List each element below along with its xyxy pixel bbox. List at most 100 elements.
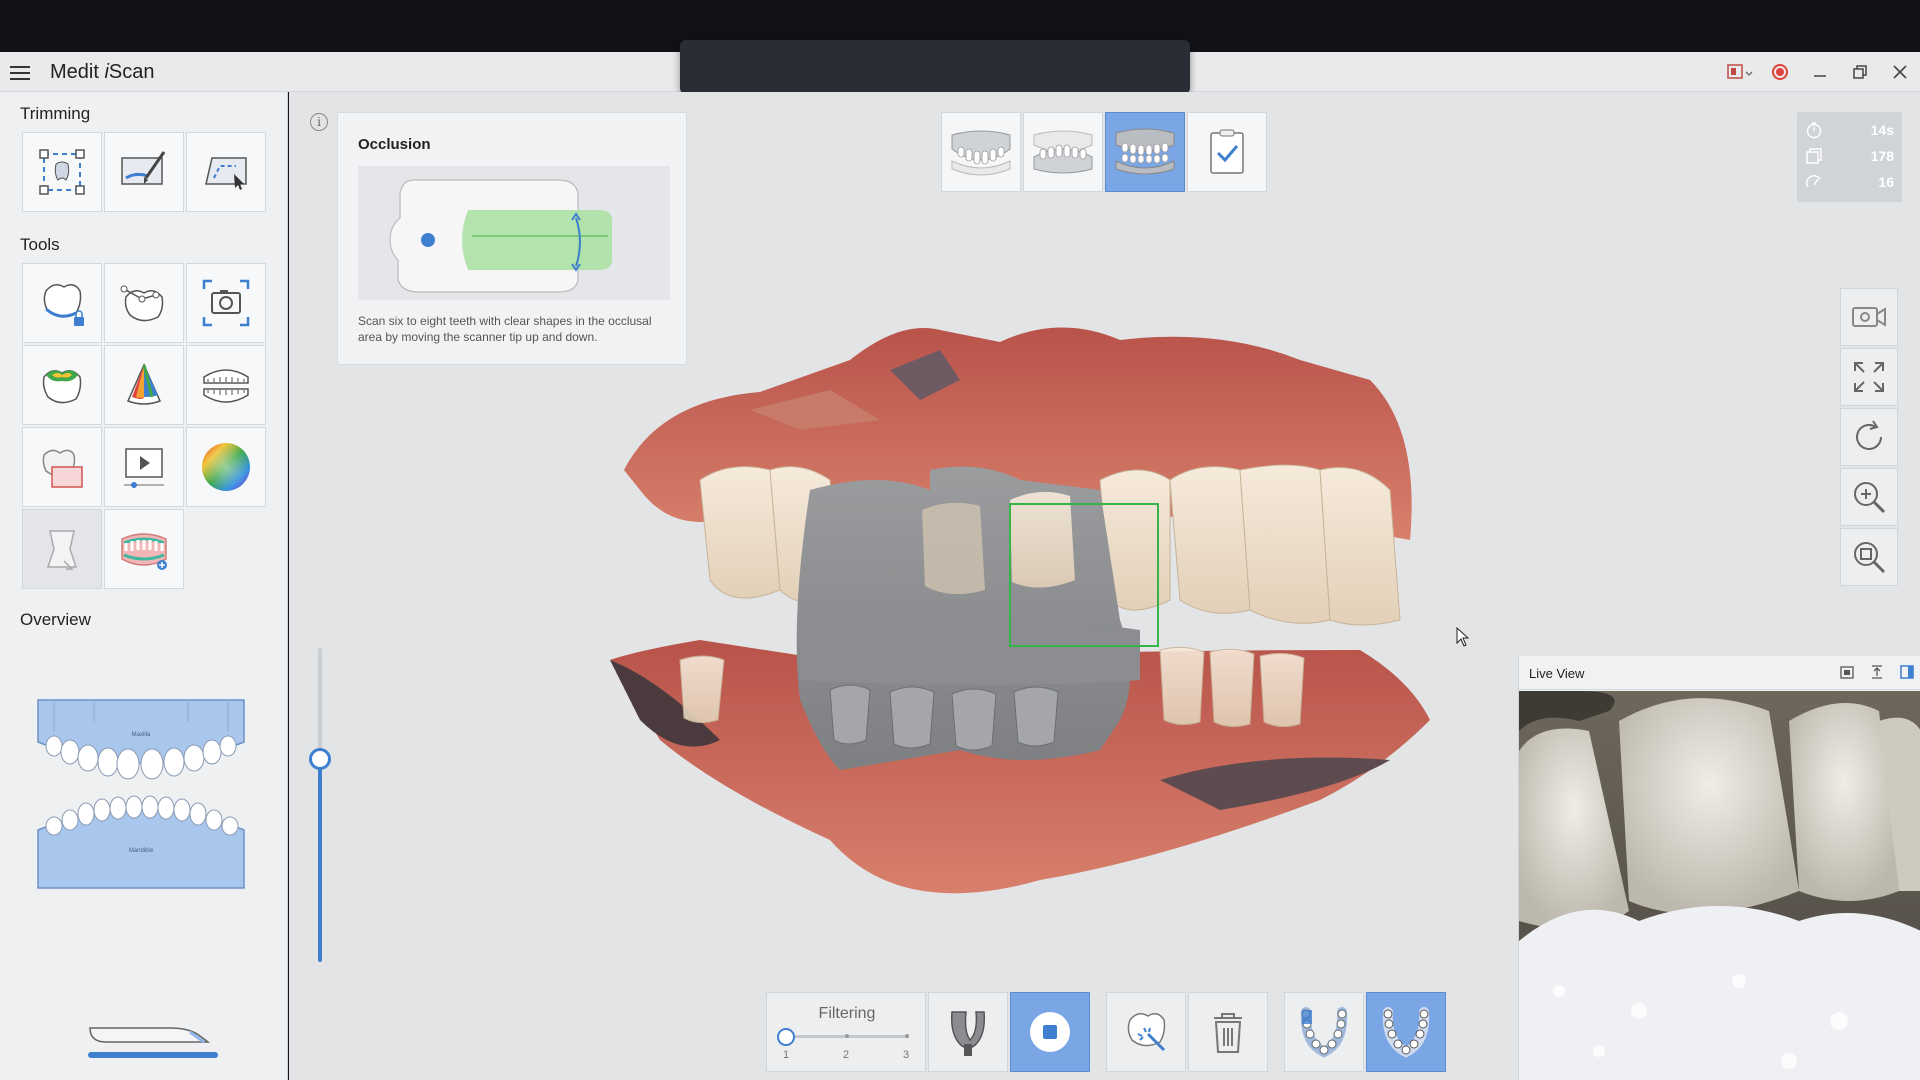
occlusion-guide-image	[358, 166, 670, 300]
minimize-button[interactable]	[1800, 52, 1840, 92]
upper-jaw-icon	[951, 130, 1011, 176]
filtering-dot-2	[845, 1034, 849, 1038]
lasso-trim-icon	[205, 157, 247, 190]
overview-lower-arch[interactable]: Mandible	[37, 795, 245, 889]
brush-trim-icon	[121, 151, 166, 185]
color-palette-button[interactable]	[186, 427, 266, 507]
capture-button[interactable]	[186, 263, 266, 343]
color-tooth-button[interactable]	[22, 345, 102, 425]
gauge-icon	[1806, 175, 1821, 188]
menu-icon[interactable]	[10, 62, 30, 82]
trimming-label: Trimming	[20, 104, 91, 123]
app-title-suffix: Scan	[108, 61, 155, 83]
vertical-slider[interactable]	[309, 648, 331, 962]
timer-icon	[1806, 122, 1822, 139]
overview-lower-text: Mandible	[129, 848, 154, 854]
play-video-icon	[124, 448, 164, 488]
undercut-button[interactable]	[104, 345, 184, 425]
zoom-in-icon	[1854, 482, 1886, 514]
stage-mandible-button[interactable]	[1023, 112, 1103, 192]
live-view-panel: Live View	[1518, 656, 1920, 1080]
zoom-in-button[interactable]	[1840, 468, 1898, 526]
overview-arches[interactable]: Maxilla Mandible	[34, 692, 248, 912]
filtering-dot-3	[905, 1034, 909, 1038]
frames-icon	[1806, 148, 1822, 164]
live-view-title: Live View	[1529, 666, 1585, 681]
filtering-tick-3: 3	[903, 1049, 910, 1061]
filtering-tick-2: 2	[843, 1049, 850, 1061]
trim-brush-button[interactable]	[104, 132, 184, 212]
abutment-icon	[46, 530, 78, 570]
arch-u-icon	[950, 1011, 986, 1056]
lock-tooth-button[interactable]	[22, 263, 102, 343]
stop-scan-button[interactable]	[1010, 992, 1090, 1072]
stat-time-row: 14s	[1805, 119, 1894, 141]
live-view-dock-icon[interactable]	[1899, 664, 1915, 680]
stage-occlusion-button[interactable]	[1105, 112, 1185, 192]
color-wheel-icon	[202, 443, 250, 491]
stat-frames-row: 178	[1805, 145, 1894, 167]
occlusion-analysis-button[interactable]	[186, 345, 266, 425]
fit-view-button[interactable]	[1840, 348, 1898, 406]
stat-frames: 178	[1870, 148, 1894, 164]
notification-bar	[680, 40, 1190, 94]
live-view-camera-icon[interactable]	[1839, 664, 1855, 680]
abutment-button[interactable]	[22, 509, 102, 589]
scan-partial-arch-button[interactable]	[1284, 992, 1364, 1072]
replay-button[interactable]	[104, 427, 184, 507]
tooth-path-icon	[120, 285, 164, 322]
full-arch-icon	[1382, 1007, 1430, 1058]
layer-button[interactable]	[22, 427, 102, 507]
toolbar-gap	[1092, 992, 1104, 1072]
gingiva-button[interactable]	[104, 509, 184, 589]
overview-upper-text: Maxilla	[132, 732, 151, 738]
record-button[interactable]	[1760, 52, 1800, 92]
clipboard-check-icon	[1210, 129, 1244, 174]
video-record-button[interactable]	[1840, 288, 1898, 346]
live-view-fit-icon[interactable]	[1869, 664, 1885, 680]
tools-grid	[22, 263, 266, 589]
app-window: Medit iScan Trimming Tools Overview Maxi…	[0, 0, 1920, 1080]
filtering-knob[interactable]	[777, 1028, 795, 1046]
trim-box-select-button[interactable]	[22, 132, 102, 212]
margin-line-button[interactable]	[104, 263, 184, 343]
delete-button[interactable]	[1188, 992, 1268, 1072]
app-title-prefix: Medit	[50, 61, 105, 83]
occlusion-jaw-icon	[1115, 128, 1175, 175]
slider-knob[interactable]	[309, 748, 331, 770]
scan-stage-bar	[941, 112, 1267, 192]
stage-review-button[interactable]	[1187, 112, 1267, 192]
close-button[interactable]	[1880, 52, 1920, 92]
box-select-icon	[39, 149, 85, 195]
trim-lasso-button[interactable]	[186, 132, 266, 212]
tooth-layer-icon	[42, 449, 83, 488]
scan-stats-panel: 14s 178 16	[1797, 112, 1902, 202]
stat-rate: 16	[1878, 174, 1894, 190]
info-icon[interactable]: i	[310, 113, 328, 131]
video-camera-icon	[1852, 307, 1886, 327]
zoom-fit-button[interactable]	[1840, 528, 1898, 586]
bottom-toolbar: Filtering 1 2 3	[766, 992, 1446, 1072]
live-view-header: Live View	[1519, 656, 1920, 690]
colored-tooth-icon	[42, 370, 82, 404]
stage-maxilla-button[interactable]	[941, 112, 1021, 192]
filtering-control[interactable]: Filtering 1 2 3	[766, 992, 926, 1072]
mouse-cursor-icon	[1456, 627, 1470, 647]
overview-upper-arch[interactable]: Maxilla	[37, 699, 245, 780]
scan-full-arch-button[interactable]	[1366, 992, 1446, 1072]
screen-layout-icon[interactable]	[1720, 52, 1760, 92]
rotate-view-button[interactable]	[1840, 408, 1898, 466]
app-title: Medit iScan	[50, 61, 155, 84]
tooth-lock-icon	[43, 284, 84, 326]
tools-label: Tools	[20, 235, 60, 254]
lower-jaw-icon	[1033, 130, 1093, 174]
restore-button[interactable]	[1840, 52, 1880, 92]
left-panel: Trimming Tools Overview Maxilla Mandible	[0, 92, 288, 1080]
camera-capture-icon	[202, 279, 250, 327]
stat-time: 14s	[1870, 122, 1894, 138]
undercut-icon	[126, 363, 162, 405]
filtering-label: Filtering	[818, 1005, 876, 1022]
scan-model-3d[interactable]	[600, 320, 1520, 920]
ai-scan-button[interactable]	[1106, 992, 1186, 1072]
scanner-tip-button[interactable]	[928, 992, 1008, 1072]
